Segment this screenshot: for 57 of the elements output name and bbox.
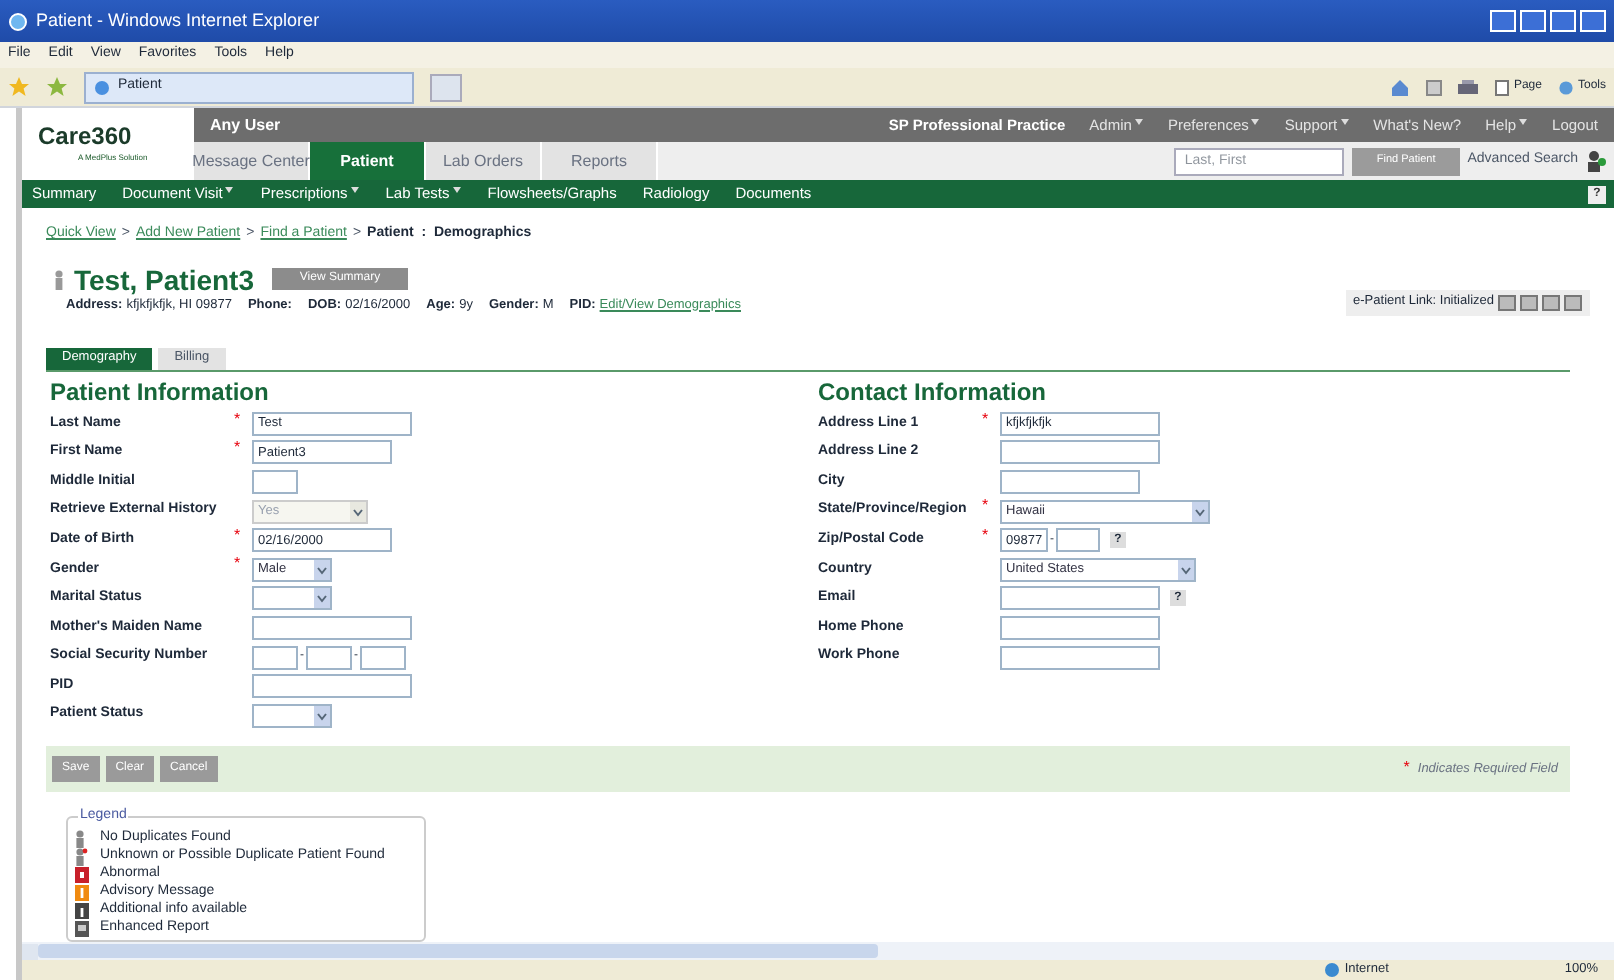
caret-icon bbox=[451, 186, 462, 195]
text-field[interactable] bbox=[252, 469, 298, 494]
caret-icon bbox=[1339, 117, 1350, 126]
patient-name: Test, Patient3 bbox=[74, 265, 254, 293]
ssn-field[interactable] bbox=[360, 645, 406, 670]
person-icon bbox=[74, 830, 90, 849]
home-icon bbox=[1389, 78, 1410, 96]
globe-icon bbox=[1324, 962, 1341, 978]
person-flag-icon bbox=[74, 848, 90, 867]
text-field[interactable] bbox=[252, 674, 412, 699]
zip-extension-field[interactable] bbox=[1056, 528, 1100, 553]
caret-icon bbox=[1178, 559, 1194, 580]
user-name: Any User bbox=[210, 113, 281, 137]
text-field[interactable] bbox=[252, 615, 412, 640]
horizontal-scrollbar[interactable] bbox=[22, 942, 1614, 960]
text-field[interactable] bbox=[1000, 469, 1140, 494]
app-tab[interactable]: Lab Orders bbox=[426, 142, 542, 180]
ssn-field[interactable] bbox=[306, 645, 352, 670]
section-title: Contact Information bbox=[818, 379, 1048, 403]
window-title: Patient - Windows Internet Explorer bbox=[36, 7, 320, 34]
app-tab[interactable]: Reports bbox=[542, 142, 658, 180]
dropdown-field[interactable] bbox=[252, 703, 332, 728]
dropdown-field[interactable] bbox=[252, 586, 332, 611]
required-mark: * bbox=[982, 498, 991, 515]
advisory-icon bbox=[74, 884, 90, 903]
required-mark: * bbox=[234, 411, 243, 427]
favorites-star-icon bbox=[8, 76, 30, 98]
new-tab-button[interactable] bbox=[430, 73, 462, 101]
app-tab[interactable]: Patient bbox=[310, 142, 426, 180]
required-mark: * bbox=[982, 411, 991, 427]
caret-icon bbox=[314, 559, 330, 580]
text-field[interactable] bbox=[1000, 586, 1160, 611]
caret-icon bbox=[349, 186, 360, 195]
caret-icon bbox=[224, 186, 235, 195]
person-plus-icon bbox=[1586, 150, 1606, 172]
required-mark: * bbox=[234, 556, 243, 573]
caret-icon bbox=[314, 705, 330, 726]
caret-icon bbox=[350, 501, 366, 522]
text-field[interactable] bbox=[1000, 440, 1160, 465]
app-tab[interactable]: Message Center bbox=[194, 142, 310, 180]
browser-logo-icon bbox=[8, 11, 28, 31]
text-field[interactable] bbox=[1000, 615, 1160, 640]
caret-icon bbox=[314, 588, 330, 609]
caret-icon bbox=[1133, 117, 1144, 126]
caret-icon bbox=[1518, 117, 1529, 126]
add-favorite-icon bbox=[46, 76, 68, 98]
required-mark: * bbox=[234, 527, 243, 544]
abnormal-icon bbox=[74, 866, 90, 885]
info-icon bbox=[74, 902, 90, 921]
text-field[interactable] bbox=[1000, 645, 1160, 670]
caret-icon bbox=[1192, 501, 1208, 522]
required-mark: * bbox=[982, 527, 991, 544]
section-title: Patient Information bbox=[50, 379, 271, 403]
required-mark: * bbox=[234, 440, 243, 457]
ssn-field[interactable] bbox=[252, 645, 298, 670]
caret-icon bbox=[1250, 117, 1261, 126]
person-icon bbox=[54, 269, 64, 289]
